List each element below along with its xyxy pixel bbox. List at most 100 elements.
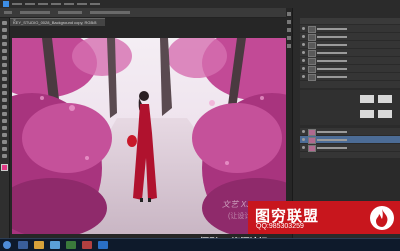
layer-name-placeholder — [317, 60, 347, 62]
shape-tool-icon[interactable] — [2, 140, 7, 144]
photoshop-taskbar-icon[interactable] — [98, 241, 108, 249]
layer-thumbnail — [308, 50, 316, 57]
history-icon[interactable] — [287, 12, 291, 16]
layer-name-placeholder — [317, 44, 347, 46]
layer-name-placeholder — [317, 28, 347, 30]
history-brush-tool-icon[interactable] — [2, 84, 7, 88]
tool-preset-icon[interactable] — [4, 11, 12, 14]
healing-brush-tool-icon[interactable] — [2, 63, 7, 67]
list-item[interactable] — [300, 65, 400, 73]
layer-row[interactable] — [300, 128, 400, 136]
paragraph-icon[interactable] — [287, 44, 291, 48]
mask-thumbnail[interactable] — [378, 95, 392, 103]
visibility-eye-icon[interactable] — [302, 146, 305, 149]
layer-thumbnail — [308, 58, 316, 65]
hand-tool-icon[interactable] — [2, 147, 7, 151]
option-control[interactable] — [20, 11, 50, 14]
layer-name-placeholder — [317, 36, 347, 38]
dodge-tool-icon[interactable] — [2, 112, 7, 116]
visibility-eye-icon[interactable] — [302, 67, 305, 70]
ad-qq-number: QQ:985303259 — [256, 223, 304, 230]
list-item[interactable] — [300, 33, 400, 41]
layer-thumbnail — [308, 66, 316, 73]
visibility-eye-icon[interactable] — [302, 138, 305, 141]
layers-panel — [300, 128, 400, 158]
crop-tool-icon[interactable] — [2, 49, 7, 53]
layer-thumbnail — [308, 137, 316, 144]
mask-thumbnail[interactable] — [360, 110, 374, 118]
visibility-eye-icon[interactable] — [302, 51, 305, 54]
panel-tabs[interactable] — [300, 18, 400, 24]
channels-panel — [300, 25, 400, 88]
menu-item[interactable] — [38, 3, 48, 5]
actions-icon[interactable] — [287, 20, 291, 24]
layer-name-placeholder — [317, 68, 347, 70]
ad-banner[interactable]: 图穷联盟 QQ:985303259 — [248, 201, 400, 234]
layer-thumbnail — [308, 26, 316, 33]
clone-stamp-tool-icon[interactable] — [2, 77, 7, 81]
layer-thumbnail — [308, 145, 316, 152]
taskbar-app-icon[interactable] — [66, 241, 76, 249]
option-control[interactable] — [58, 11, 82, 14]
list-item[interactable] — [300, 57, 400, 65]
list-item[interactable] — [300, 41, 400, 49]
menu-item[interactable] — [51, 3, 61, 5]
marquee-tool-icon[interactable] — [2, 28, 7, 32]
mask-thumbnail[interactable] — [378, 110, 392, 118]
layer-thumbnail — [308, 74, 316, 81]
brush-preset-icon[interactable] — [287, 28, 291, 32]
layer-name-placeholder — [317, 52, 347, 54]
flame-logo-icon — [370, 206, 394, 230]
list-item[interactable] — [300, 73, 400, 81]
layer-thumbnail — [308, 129, 316, 136]
menu-item[interactable] — [64, 3, 74, 5]
taskbar-app-icon[interactable] — [34, 241, 44, 249]
properties-panel — [300, 90, 400, 125]
document-tab[interactable]: KEY_STUDIO_0028_Background copy, RGB/8 × — [10, 18, 105, 26]
zoom-tool-icon[interactable] — [2, 154, 7, 158]
taskbar — [0, 238, 400, 251]
eyedropper-tool-icon[interactable] — [2, 56, 7, 60]
menu-item[interactable] — [25, 3, 35, 5]
layer-thumbnail — [308, 42, 316, 49]
mask-thumbnail[interactable] — [360, 95, 374, 103]
layer-name-placeholder — [317, 147, 347, 149]
taskbar-app-icon[interactable] — [18, 241, 28, 249]
list-item[interactable] — [300, 49, 400, 57]
visibility-eye-icon[interactable] — [302, 43, 305, 46]
layer-thumbnail — [308, 34, 316, 41]
photoshop-logo-icon — [3, 1, 9, 7]
type-tool-icon[interactable] — [2, 126, 7, 130]
tools-panel — [0, 18, 10, 238]
pen-tool-icon[interactable] — [2, 119, 7, 123]
eraser-tool-icon[interactable] — [2, 91, 7, 95]
menu-item[interactable] — [77, 3, 87, 5]
layer-name-placeholder — [317, 131, 347, 133]
menu-item[interactable] — [90, 3, 100, 5]
taskbar-app-icon[interactable] — [50, 241, 60, 249]
lasso-tool-icon[interactable] — [2, 35, 7, 39]
layer-row[interactable] — [300, 144, 400, 152]
visibility-eye-icon[interactable] — [302, 59, 305, 62]
gradient-tool-icon[interactable] — [2, 98, 7, 102]
visibility-eye-icon[interactable] — [302, 130, 305, 133]
menu-bar — [0, 0, 400, 8]
taskbar-app-icon[interactable] — [82, 241, 92, 249]
visibility-eye-icon[interactable] — [302, 75, 305, 78]
option-control[interactable] — [90, 11, 130, 14]
close-icon[interactable]: × — [13, 19, 103, 24]
foreground-color-swatch[interactable] — [1, 164, 8, 171]
brush-tool-icon[interactable] — [2, 70, 7, 74]
quick-select-tool-icon[interactable] — [2, 42, 7, 46]
start-button-icon[interactable] — [3, 241, 11, 249]
path-selection-tool-icon[interactable] — [2, 133, 7, 137]
visibility-eye-icon[interactable] — [302, 35, 305, 38]
blur-tool-icon[interactable] — [2, 105, 7, 109]
layer-row-selected[interactable] — [300, 136, 400, 144]
move-tool-icon[interactable] — [2, 21, 7, 25]
visibility-eye-icon[interactable] — [302, 27, 305, 30]
list-item[interactable] — [300, 25, 400, 33]
color-swatches[interactable] — [0, 164, 10, 178]
info-icon[interactable] — [287, 36, 291, 40]
menu-item[interactable] — [12, 3, 22, 5]
